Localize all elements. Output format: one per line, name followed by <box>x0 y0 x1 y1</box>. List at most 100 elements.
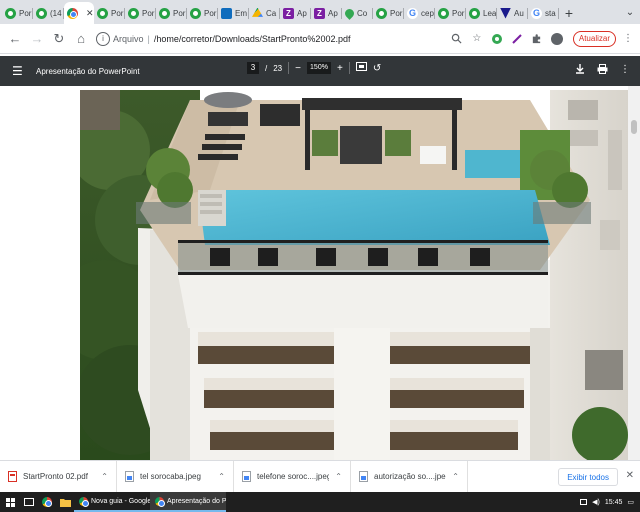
fit-page-icon[interactable] <box>355 62 367 74</box>
browser-tab[interactable]: Lea <box>466 2 497 24</box>
tab-search-icon[interactable]: ⌄ <box>620 7 640 18</box>
chevron-up-icon[interactable]: ⌃ <box>335 472 342 481</box>
new-tab-button[interactable]: + <box>559 2 579 24</box>
file-explorer-icon[interactable] <box>56 492 74 512</box>
whatsapp-icon <box>469 7 480 19</box>
pdf-actions: ⋮ <box>575 64 630 77</box>
downloads-bar: StartPronto 02.pdf ⌃ tel sorocaba.jpeg ⌃ tel… <box>0 460 640 493</box>
back-button[interactable]: ← <box>4 28 26 50</box>
tab-label: sta <box>545 8 556 18</box>
more-menu-icon[interactable]: ⋮ <box>620 31 636 47</box>
divider <box>348 62 350 74</box>
zoom-level-input[interactable]: 150% <box>306 62 331 74</box>
chrome-icon <box>155 496 165 507</box>
show-all-downloads-button[interactable]: Exibir todos <box>558 468 618 486</box>
toolbar-icons: ☆ Atualizar ⋮ <box>449 30 636 47</box>
taskbar-window-label: Apresentação do Pow... <box>167 497 226 505</box>
vertical-scrollbar[interactable] <box>628 86 640 460</box>
scheme-label: Arquivo <box>113 33 144 44</box>
page-number-input[interactable]: 3 <box>247 62 259 74</box>
update-button[interactable]: Atualizar <box>572 30 616 47</box>
whatsapp-icon <box>128 7 139 19</box>
browser-toolbar: ← → ↻ ⌂ i Arquivo | /home/corretor/Downl… <box>0 24 640 54</box>
browser-tab[interactable]: Por <box>2 2 33 24</box>
browser-tab[interactable]: ✕ <box>64 2 94 24</box>
start-button[interactable] <box>0 492 20 512</box>
browser-tab[interactable]: Au <box>497 2 528 24</box>
download-icon[interactable] <box>575 64 585 77</box>
taskbar-window[interactable]: Apresentação do Pow... <box>150 492 226 512</box>
rotate-icon[interactable]: ↺ <box>373 63 381 74</box>
pdf-page-controls: 3 / 23 − 150% + ↺ <box>247 62 381 74</box>
pen-extension-icon[interactable] <box>509 31 525 47</box>
browser-tab[interactable]: Por <box>125 2 156 24</box>
download-filename: tel sorocaba.jpeg <box>140 472 201 481</box>
google-icon: G <box>531 7 542 19</box>
browser-tab[interactable]: Por <box>373 2 404 24</box>
task-list: Nova guia - Google C... Apresentação do P… <box>74 492 226 512</box>
tab-label: Ap <box>328 8 338 18</box>
info-icon[interactable]: i <box>96 31 110 46</box>
url-text[interactable]: /home/corretor/Downloads/StartPronto%200… <box>154 34 351 44</box>
tab-label: Ca <box>266 8 277 18</box>
browser-tab[interactable]: (14 <box>33 2 64 24</box>
browser-tab[interactable]: Por <box>94 2 125 24</box>
profile-avatar[interactable] <box>549 31 565 47</box>
browser-tab[interactable]: Gcep <box>404 2 435 24</box>
browser-tab[interactable]: Por <box>187 2 218 24</box>
tab-label: Lea <box>483 8 497 18</box>
scrollbar-thumb[interactable] <box>631 120 637 134</box>
chevron-up-icon[interactable]: ⌃ <box>452 472 459 481</box>
z-icon: Z <box>283 7 294 19</box>
pdf-toolbar: ☰ Apresentação do PowerPoint 3 / 23 − 15… <box>0 56 640 86</box>
zoom-icon[interactable] <box>449 31 465 47</box>
download-item[interactable]: telefone soroc....jpeg ⌃ <box>234 460 351 493</box>
address-bar[interactable]: i Arquivo | /home/corretor/Downloads/Sta… <box>96 28 449 50</box>
pdf-file-icon <box>8 471 17 482</box>
task-view-icon[interactable] <box>20 492 38 512</box>
print-icon[interactable] <box>597 64 608 77</box>
page-separator: / <box>265 63 268 73</box>
pdf-more-icon[interactable]: ⋮ <box>620 64 630 77</box>
browser-tab[interactable]: Z Ap <box>311 2 342 24</box>
browser-tab[interactable]: Por <box>156 2 187 24</box>
browser-tab[interactable]: Co <box>342 2 373 24</box>
zoom-in-button[interactable]: + <box>337 63 343 74</box>
download-item[interactable]: tel sorocaba.jpeg ⌃ <box>117 460 234 493</box>
volume-icon[interactable]: ◀) <box>592 498 600 506</box>
close-tab-icon[interactable]: ✕ <box>86 8 94 19</box>
home-button[interactable]: ⌂ <box>70 28 92 50</box>
download-item[interactable]: autorização so....jpeg ⌃ <box>351 460 468 493</box>
pdf-document-area[interactable] <box>0 86 640 460</box>
taskbar-window[interactable]: Nova guia - Google C... <box>74 492 150 512</box>
reload-button[interactable]: ↻ <box>48 28 70 50</box>
hamburger-menu-icon[interactable]: ☰ <box>12 64 28 78</box>
chevron-up-icon[interactable]: ⌃ <box>101 472 108 481</box>
divider <box>288 62 290 74</box>
tab-label: Por <box>390 8 403 18</box>
browser-tab[interactable]: Por <box>435 2 466 24</box>
browser-tab[interactable]: Gsta <box>528 2 559 24</box>
zoom-out-button[interactable]: − <box>295 63 301 74</box>
notifications-icon[interactable]: ▭ <box>627 498 634 506</box>
download-item[interactable]: StartPronto 02.pdf ⌃ <box>0 460 117 493</box>
browser-tab[interactable]: Z Ap <box>280 2 311 24</box>
chevron-up-icon[interactable]: ⌃ <box>218 472 225 481</box>
bookmark-star-icon[interactable]: ☆ <box>469 31 485 47</box>
chrome-taskbar-icon[interactable] <box>38 492 56 512</box>
extension-color-icon[interactable] <box>489 31 505 47</box>
forward-button[interactable]: → <box>26 28 48 50</box>
extensions-puzzle-icon[interactable] <box>529 31 545 47</box>
tab-label: Por <box>19 8 32 18</box>
image-file-icon <box>125 471 134 482</box>
tab-strip: Por (14 ✕ Por Por Por Por Em Ca Z Ap Z Ap Co Por Gcep Po… <box>0 0 640 24</box>
maps-icon <box>343 6 356 20</box>
tab-label: Por <box>173 8 186 18</box>
browser-tab[interactable]: Ca <box>249 2 280 24</box>
os-taskbar: Nova guia - Google C... Apresentação do P… <box>0 492 640 512</box>
google-icon: G <box>407 7 418 19</box>
close-downloads-icon[interactable]: ✕ <box>626 470 634 481</box>
browser-tab[interactable]: Em <box>218 2 249 24</box>
network-icon[interactable] <box>580 499 588 505</box>
clock[interactable]: 15:45 <box>605 499 623 506</box>
